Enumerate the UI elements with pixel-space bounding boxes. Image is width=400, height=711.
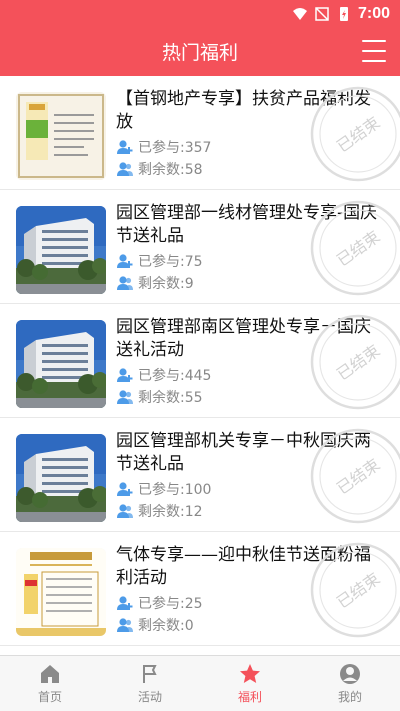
users-icon [116,160,134,178]
joined-text: 已参与:357 [138,140,212,156]
joined-count: 已参与:75 [116,251,203,271]
joined-count: 已参与:357 [116,137,211,157]
list-item[interactable]: 【首钢地产专享】扶贫产品福利发放 已参与:357 剩余数:58 已结束 [0,76,400,190]
joined-count: 已参与:100 [116,479,211,499]
status-bar: 7:00 [0,0,400,28]
welfare-list[interactable]: 【首钢地产专享】扶贫产品福利发放 已参与:357 剩余数:58 已结束 园区管理部一线材… [0,76,400,655]
user-add-icon [116,252,134,270]
user-add-icon [116,594,134,612]
status-time: 7:00 [357,5,390,22]
item-thumbnail [16,92,106,180]
user-add-icon [116,138,134,156]
users-icon [116,274,134,292]
tab-user[interactable]: 我的 [300,656,400,711]
user-add-icon [116,366,134,384]
users-icon [116,388,134,406]
remaining-count: 剩余数:9 [116,273,194,293]
remaining-text: 剩余数:9 [138,276,194,292]
no-signal-icon [315,7,329,21]
ended-stamp: 已结束 [308,198,400,298]
tab-label: 活动 [137,690,162,704]
wifi-icon [292,8,307,20]
list-item[interactable]: 园区管理部南区管理处专享－国庆送礼活动 已参与:445 剩余数:55 已结束 [0,304,400,418]
joined-count: 已参与:445 [116,365,211,385]
ended-stamp: 已结束 [308,84,400,184]
ended-stamp: 已结束 [308,540,400,640]
item-thumbnail [16,548,106,636]
item-thumbnail [16,206,106,294]
joined-text: 已参与:75 [138,254,203,270]
list-item[interactable]: 园区管理部机关专享－中秋国庆两节送礼品 已参与:100 剩余数:12 已结束 [0,418,400,532]
stamp-text: 已结束 [333,113,383,156]
item-thumbnail [16,434,106,522]
remaining-count: 剩余数:58 [116,159,203,179]
ended-stamp: 已结束 [308,426,400,526]
star-icon [238,662,262,686]
remaining-count: 剩余数:12 [116,501,203,521]
users-icon [116,502,134,520]
bottom-tab-bar: 首页 活动 福利 我的 [0,655,400,711]
flag-icon [138,662,162,686]
remaining-text: 剩余数:58 [138,162,203,178]
joined-count: 已参与:25 [116,593,203,613]
menu-icon[interactable] [362,40,386,62]
item-thumbnail [16,320,106,408]
status-icons: 7:00 [292,5,390,23]
app-header: 热门福利 [0,28,400,76]
remaining-text: 剩余数:0 [138,618,194,634]
stamp-text: 已结束 [333,455,383,498]
stamp-text: 已结束 [333,227,383,270]
tab-label: 首页 [37,690,62,704]
user-icon [338,662,362,686]
joined-text: 已参与:445 [138,368,212,384]
user-add-icon [116,480,134,498]
page-title: 热门福利 [161,42,238,64]
tab-label: 我的 [337,690,362,704]
users-icon [116,616,134,634]
tab-home[interactable]: 首页 [0,656,100,711]
home-icon [38,662,62,686]
remaining-text: 剩余数:12 [138,504,203,520]
list-item[interactable]: 园区管理部一线材管理处专享-国庆节送礼品 已参与:75 剩余数:9 已结束 [0,190,400,304]
joined-text: 已参与:25 [138,596,203,612]
battery-icon [339,7,348,21]
remaining-text: 剩余数:55 [138,390,203,406]
ended-stamp: 已结束 [308,312,400,412]
list-item[interactable]: 气体专享——迎中秋佳节送面粉福利活动 已参与:25 剩余数:0 已结束 [0,532,400,646]
joined-text: 已参与:100 [138,482,212,498]
stamp-text: 已结束 [333,569,383,612]
tab-star[interactable]: 福利 [200,656,300,711]
remaining-count: 剩余数:55 [116,387,203,407]
tab-flag[interactable]: 活动 [100,656,200,711]
remaining-count: 剩余数:0 [116,615,194,635]
stamp-text: 已结束 [333,341,383,384]
tab-label: 福利 [237,690,262,704]
